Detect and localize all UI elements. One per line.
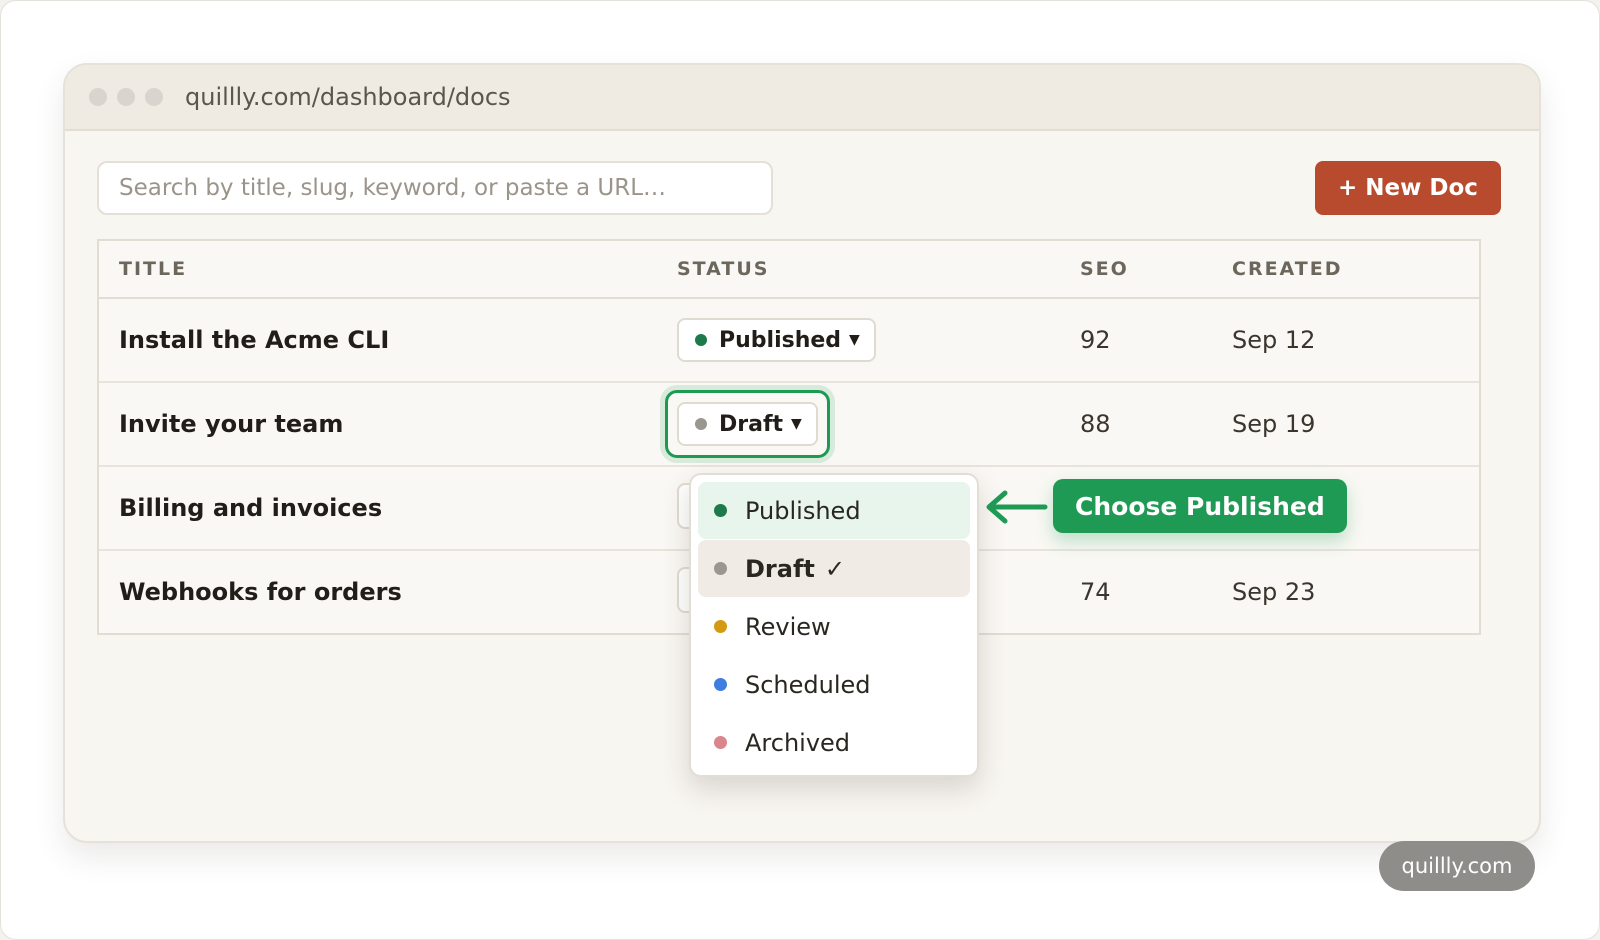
status-cell: Draft ▼ <box>665 390 830 458</box>
option-label: Review <box>745 612 831 641</box>
browser-titlebar: quillly.com/dashboard/docs <box>65 65 1539 131</box>
window-maximize-dot[interactable] <box>145 88 163 106</box>
status-option-review[interactable]: Review <box>698 598 970 655</box>
option-label: Published <box>745 496 861 525</box>
seo-score: 88 <box>1080 410 1111 438</box>
status-dot-icon <box>695 334 707 346</box>
status-label: Draft <box>719 411 784 437</box>
status-dot-icon <box>714 736 727 749</box>
option-label: Scheduled <box>745 670 871 699</box>
status-dot-icon <box>714 678 727 691</box>
arrow-left-icon <box>986 490 1048 524</box>
address-bar-url[interactable]: quillly.com/dashboard/docs <box>185 83 511 111</box>
status-dropdown-menu: Published Draft ✓ Review Scheduled Archi… <box>689 473 979 777</box>
new-doc-button[interactable]: + New Doc <box>1315 161 1501 215</box>
created-date: Sep 19 <box>1232 410 1316 438</box>
column-header-status[interactable]: STATUS <box>677 258 769 280</box>
doc-title[interactable]: Billing and invoices <box>119 494 382 522</box>
status-dot-icon <box>695 418 707 430</box>
window-minimize-dot[interactable] <box>117 88 135 106</box>
status-dropdown-draft[interactable]: Draft ▼ <box>677 402 818 446</box>
search-input[interactable] <box>97 161 773 215</box>
status-dot-icon <box>714 562 727 575</box>
created-date: Sep 23 <box>1232 578 1316 606</box>
column-header-created[interactable]: CREATED <box>1232 258 1343 280</box>
status-option-scheduled[interactable]: Scheduled <box>698 656 970 713</box>
status-option-published[interactable]: Published <box>698 482 970 539</box>
seo-score: 92 <box>1080 326 1111 354</box>
table-row[interactable]: Invite your team Draft ▼ 88 Sep 19 <box>99 383 1479 467</box>
status-label: Published <box>719 327 842 353</box>
window-close-dot[interactable] <box>89 88 107 106</box>
column-header-title[interactable]: TITLE <box>119 258 187 280</box>
status-option-draft[interactable]: Draft ✓ <box>698 540 970 597</box>
doc-title[interactable]: Install the Acme CLI <box>119 326 389 354</box>
status-cell: Published ▼ <box>677 318 876 362</box>
watermark-badge: quillly.com <box>1379 841 1535 891</box>
doc-title[interactable]: Invite your team <box>119 410 343 438</box>
status-dropdown-wrapper: Draft ▼ <box>665 390 830 458</box>
seo-score: 74 <box>1080 578 1111 606</box>
instruction-callout: Choose Published <box>1053 479 1347 533</box>
status-option-archived[interactable]: Archived <box>698 714 970 771</box>
chevron-down-icon: ▼ <box>791 416 802 432</box>
doc-title[interactable]: Webhooks for orders <box>119 578 402 606</box>
status-dropdown-published[interactable]: Published ▼ <box>677 318 876 362</box>
screenshot-frame: quillly.com/dashboard/docs + New Doc TIT… <box>0 0 1600 940</box>
table-row[interactable]: Install the Acme CLI Published ▼ 92 Sep … <box>99 299 1479 383</box>
option-label: Archived <box>745 728 851 757</box>
checkmark-icon: ✓ <box>824 554 845 583</box>
created-date: Sep 12 <box>1232 326 1316 354</box>
status-dot-icon <box>714 504 727 517</box>
status-dot-icon <box>714 620 727 633</box>
option-label: Draft <box>745 554 815 583</box>
column-header-seo[interactable]: SEO <box>1080 258 1129 280</box>
table-header: TITLE STATUS SEO CREATED <box>99 241 1479 299</box>
chevron-down-icon: ▼ <box>849 332 860 348</box>
